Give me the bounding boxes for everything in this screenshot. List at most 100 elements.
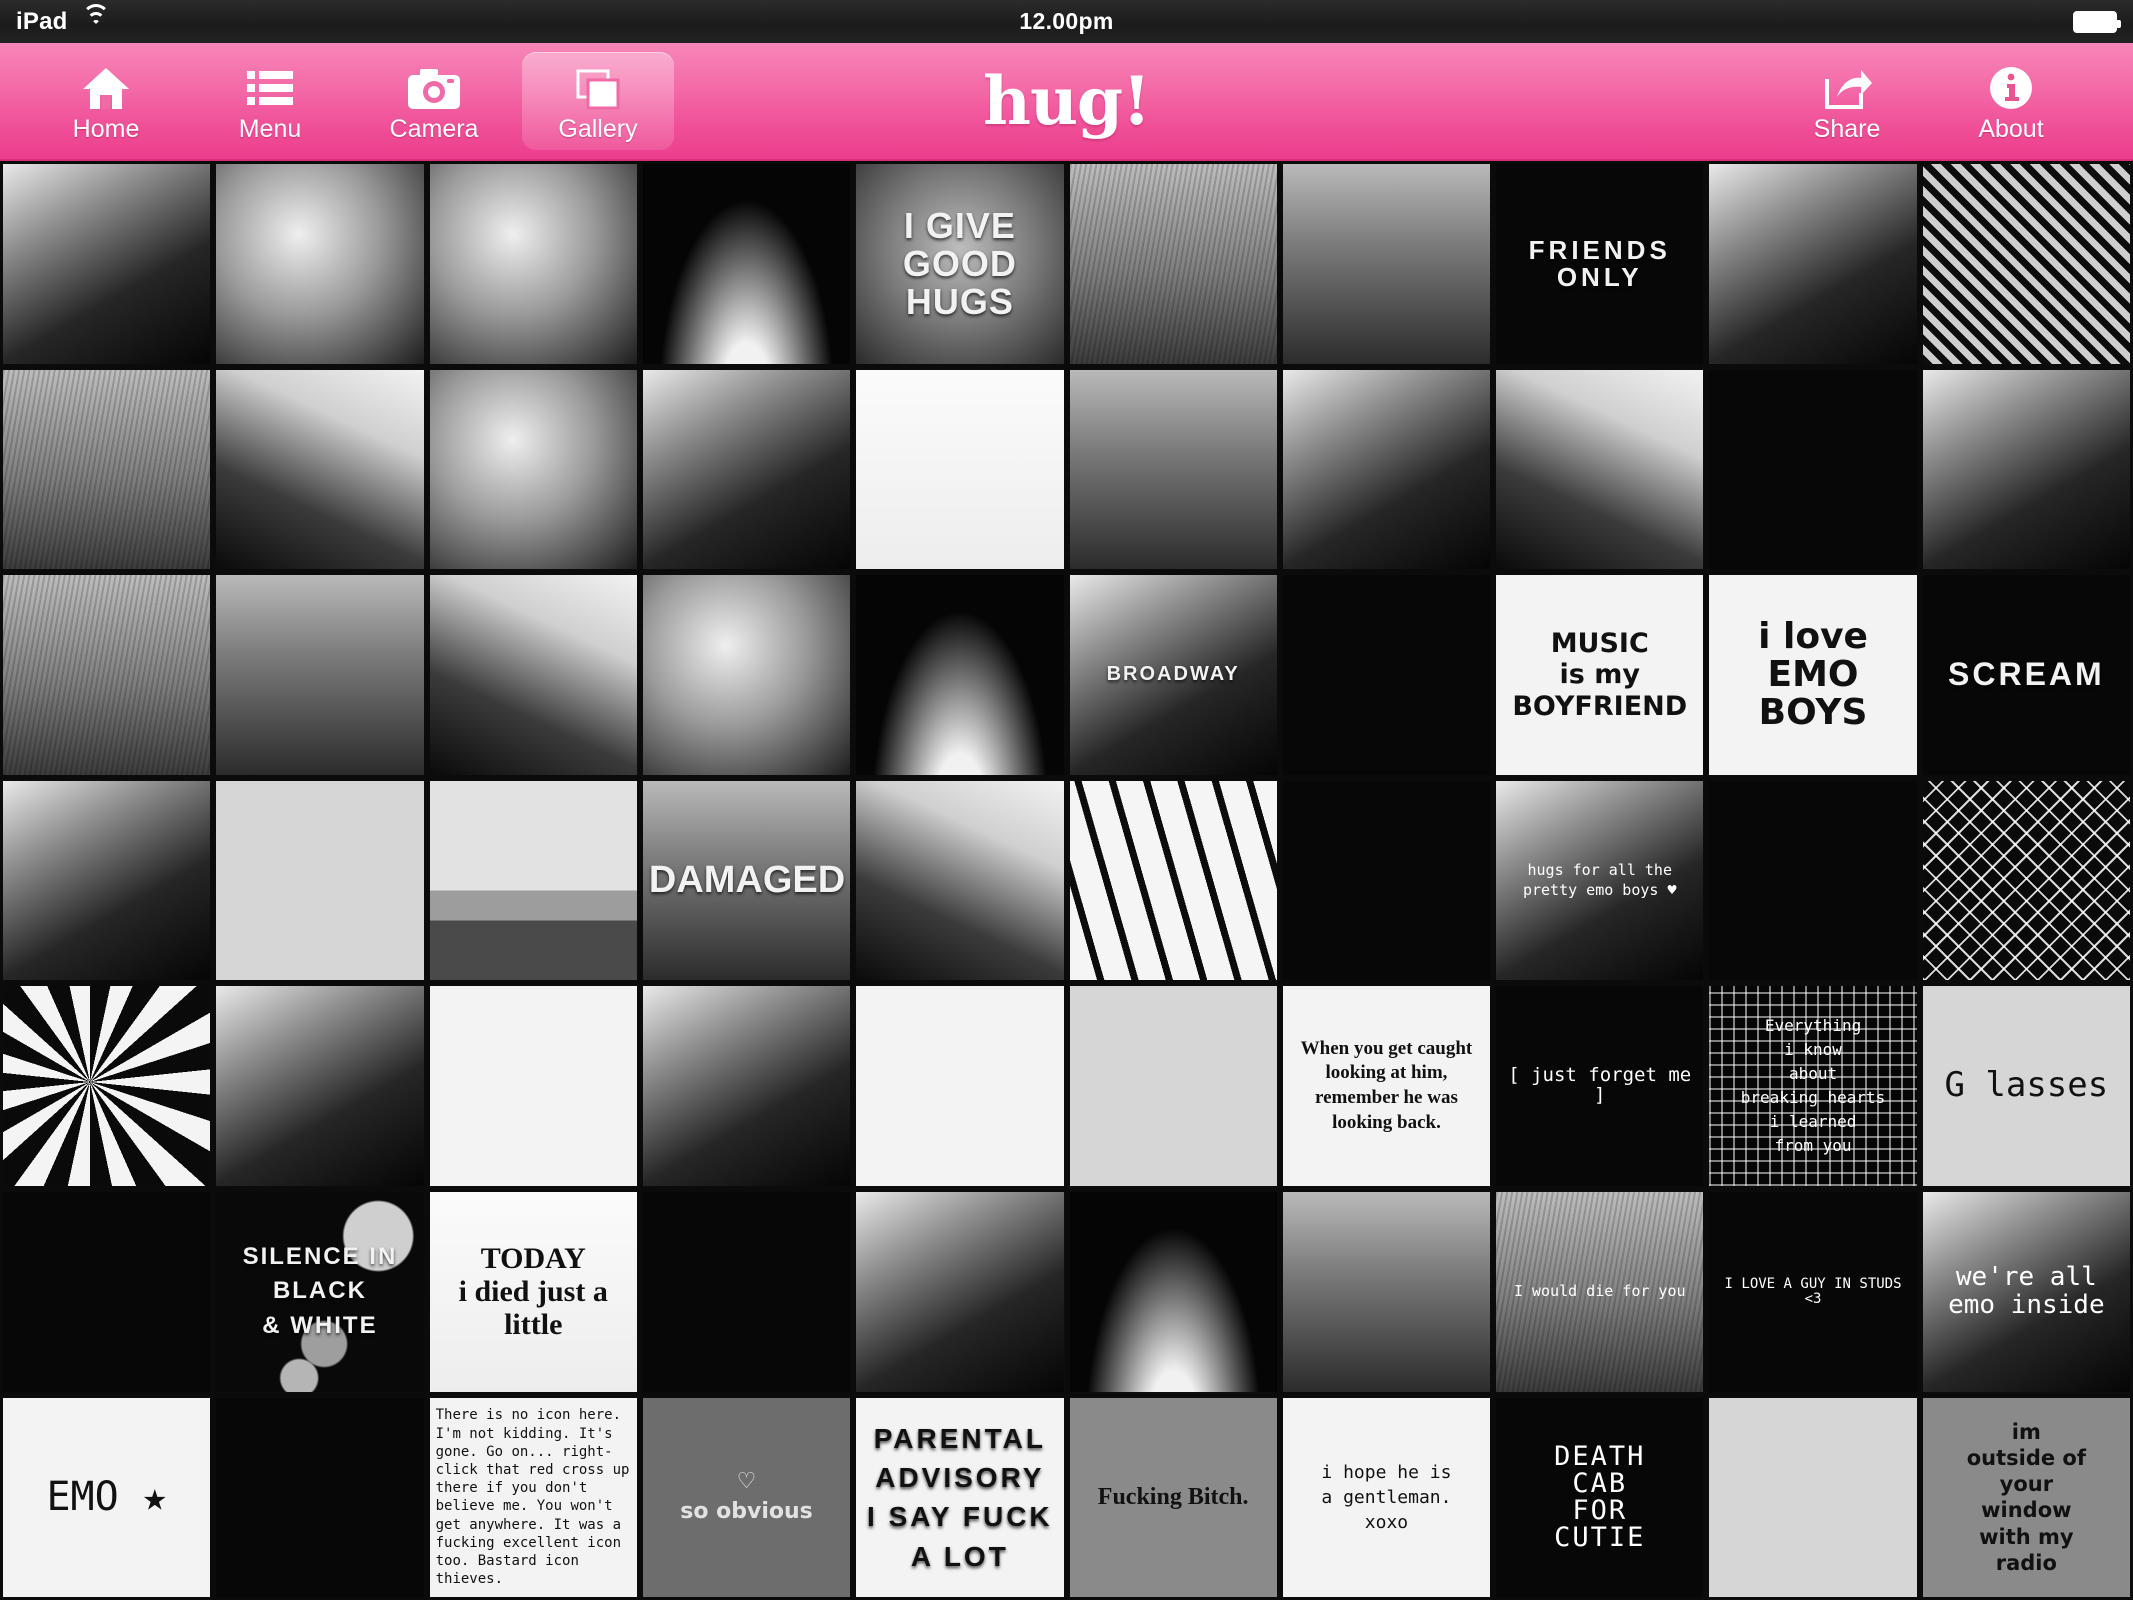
gallery-tile[interactable] xyxy=(426,777,640,984)
gallery-tile[interactable]: MUSIC is my BOYFRIEND xyxy=(1493,572,1707,778)
gallery-tile[interactable] xyxy=(853,983,1067,1189)
tile-caption: There is no icon here. I'm not kidding. … xyxy=(435,1407,630,1588)
gallery-tile[interactable] xyxy=(853,1188,1067,1395)
gallery-tile[interactable]: I GIVE GOOD HUGS xyxy=(853,161,1067,367)
gallery-tile[interactable] xyxy=(853,777,1067,984)
gallery-tile[interactable] xyxy=(1706,161,1920,367)
gallery-tile[interactable] xyxy=(639,572,854,778)
gallery-tile[interactable]: SCREAM xyxy=(1919,572,2133,778)
photos-icon xyxy=(571,63,625,111)
gallery-tile[interactable] xyxy=(1919,161,2133,367)
nav-label-gallery: Gallery xyxy=(558,114,638,143)
tile-image xyxy=(216,164,424,364)
tile-image xyxy=(1069,369,1277,570)
gallery-tile[interactable]: Fucking Bitch. xyxy=(1066,1394,1280,1600)
gallery-tile[interactable] xyxy=(426,983,640,1189)
gallery-tile[interactable]: i love EMO BOYS xyxy=(1706,572,1920,778)
gallery-tile[interactable]: I would die for you xyxy=(1493,1188,1707,1395)
gallery-tile[interactable] xyxy=(1066,983,1280,1189)
gallery-tile[interactable] xyxy=(213,366,427,573)
gallery-tile[interactable] xyxy=(1919,366,2133,573)
tile-caption: When you get caught looking at him, reme… xyxy=(1300,1037,1473,1133)
nav-item-gallery[interactable]: Gallery xyxy=(522,52,674,150)
gallery-tile[interactable] xyxy=(213,572,427,778)
gallery-tile[interactable]: I LOVE A GUY IN STUDS <3 xyxy=(1706,1188,1920,1395)
gallery-tile[interactable] xyxy=(1279,366,1494,573)
gallery-tile[interactable]: TODAY i died just a little xyxy=(426,1188,640,1395)
tile-image xyxy=(1922,164,2130,364)
gallery-tile[interactable]: PARENTAL ADVISORY I SAY FUCK A LOT xyxy=(853,1394,1067,1600)
gallery-tile[interactable] xyxy=(0,572,214,778)
gallery-tile[interactable] xyxy=(1279,777,1494,984)
gallery-tile[interactable] xyxy=(1706,366,1920,573)
gallery-tile[interactable] xyxy=(639,1188,854,1395)
tile-image xyxy=(429,164,637,364)
gallery-tile[interactable] xyxy=(426,572,640,778)
gallery-tile[interactable] xyxy=(213,983,427,1189)
gallery-tile[interactable] xyxy=(639,983,854,1189)
gallery-tile[interactable] xyxy=(1279,1188,1494,1395)
gallery-tile[interactable] xyxy=(0,983,214,1189)
gallery-tile[interactable] xyxy=(1493,366,1707,573)
gallery-tile[interactable] xyxy=(1706,777,1920,984)
gallery-tile[interactable]: SILENCE IN BLACK & WHITE xyxy=(213,1188,427,1395)
gallery-tile[interactable]: [ just forget me ] xyxy=(1493,983,1707,1189)
gallery-tile[interactable]: ♡ so obvious xyxy=(639,1394,854,1600)
gallery-tile[interactable]: i hope he is a gentleman. xoxo xyxy=(1279,1394,1494,1600)
gallery-tile[interactable] xyxy=(426,161,640,367)
gallery-tile[interactable]: Everything i know about breaking hearts … xyxy=(1706,983,1920,1189)
gallery-tile[interactable] xyxy=(0,366,214,573)
gallery-tile[interactable]: G lasses xyxy=(1919,983,2133,1189)
nav-item-camera[interactable]: Camera xyxy=(358,52,510,150)
gallery-tile[interactable] xyxy=(639,161,854,367)
tile-image xyxy=(1709,369,1917,570)
camera-icon xyxy=(407,63,461,111)
tile-image xyxy=(856,780,1064,981)
gallery-tile[interactable] xyxy=(213,161,427,367)
gallery-tile[interactable]: we're all emo inside xyxy=(1919,1188,2133,1395)
tile-image xyxy=(1282,164,1491,364)
gallery-tile[interactable] xyxy=(1066,1188,1280,1395)
gallery-tile[interactable] xyxy=(0,777,214,984)
nav-item-home[interactable]: Home xyxy=(30,52,182,150)
gallery-tile[interactable] xyxy=(1066,777,1280,984)
gallery-tile[interactable] xyxy=(639,366,854,573)
gallery-tile[interactable] xyxy=(213,1394,427,1600)
gallery-tile[interactable]: DAMAGED xyxy=(639,777,854,984)
gallery-tile[interactable] xyxy=(426,366,640,573)
nav-item-menu[interactable]: Menu xyxy=(194,52,346,150)
gallery-tile[interactable] xyxy=(0,1188,214,1395)
tile-image xyxy=(3,986,211,1186)
gallery-tile[interactable] xyxy=(853,572,1067,778)
gallery-tile[interactable] xyxy=(1279,572,1494,778)
gallery-tile[interactable]: BROADWAY xyxy=(1066,572,1280,778)
gallery-tile[interactable] xyxy=(0,161,214,367)
nav-label-about: About xyxy=(1978,114,2044,143)
tile-image xyxy=(216,986,424,1186)
gallery-tile[interactable]: FRIENDS ONLY xyxy=(1493,161,1707,367)
gallery-tile[interactable] xyxy=(1066,161,1280,367)
tile-caption: Fucking Bitch. xyxy=(1097,1483,1249,1510)
gallery-tile[interactable]: hugs for all the pretty emo boys ♥ xyxy=(1493,777,1707,984)
gallery-tile[interactable]: im outside of your window with my radio xyxy=(1919,1394,2133,1600)
gallery-tile[interactable] xyxy=(1919,777,2133,984)
list-icon xyxy=(243,63,297,111)
nav-item-share[interactable]: Share xyxy=(1771,52,1923,150)
gallery-tile[interactable]: DEATH CAB FOR CUTIE xyxy=(1493,1394,1707,1600)
gallery-tile[interactable] xyxy=(1066,366,1280,573)
tile-caption: SILENCE IN BLACK & WHITE xyxy=(242,1242,398,1340)
gallery-tile[interactable]: EMO ★ xyxy=(0,1394,214,1600)
gallery-tile[interactable] xyxy=(853,366,1067,573)
gallery-tile[interactable] xyxy=(213,777,427,984)
tile-image xyxy=(1069,1191,1277,1392)
nav-item-about[interactable]: About xyxy=(1935,52,2087,150)
gallery-tile[interactable] xyxy=(1279,161,1494,367)
gallery-tile[interactable]: When you get caught looking at him, reme… xyxy=(1279,983,1494,1189)
tile-caption: I LOVE A GUY IN STUDS <3 xyxy=(1724,1276,1902,1307)
tile-image xyxy=(429,369,637,570)
app-logo-text: hug! xyxy=(982,62,1151,140)
gallery-tile[interactable]: There is no icon here. I'm not kidding. … xyxy=(426,1394,640,1600)
nav-label-menu: Menu xyxy=(238,114,302,143)
tile-caption: hugs for all the pretty emo boys ♥ xyxy=(1522,861,1677,899)
gallery-tile[interactable] xyxy=(1706,1394,1920,1600)
